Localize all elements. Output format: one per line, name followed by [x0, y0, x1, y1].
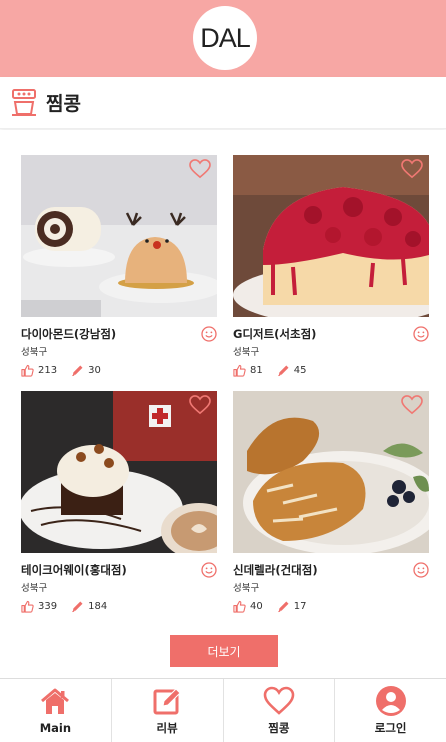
store-name[interactable]: G디저트(서초점)	[233, 326, 316, 342]
review-count[interactable]: 30	[71, 364, 101, 377]
thumbs-up-icon	[233, 364, 246, 377]
like-count-value: 339	[38, 600, 58, 612]
pencil-icon	[277, 600, 289, 612]
nav-label-login: 로그인	[374, 721, 407, 735]
heart-icon[interactable]	[401, 159, 423, 179]
review-count-value: 45	[293, 364, 307, 376]
like-count[interactable]: 40	[233, 600, 263, 613]
like-count-value: 213	[38, 364, 58, 376]
store-district: 성북구	[21, 583, 48, 594]
review-count[interactable]: 17	[277, 600, 307, 613]
like-count[interactable]: 339	[21, 600, 57, 613]
smile-icon[interactable]	[201, 562, 217, 578]
thumbs-up-icon	[21, 364, 34, 377]
store-photo[interactable]	[21, 391, 217, 553]
bottom-nav: Main 리뷰 찜콩 로그인	[0, 678, 446, 742]
thumbs-up-icon	[21, 600, 34, 613]
nav-item-review[interactable]: 리뷰	[112, 679, 224, 742]
review-count[interactable]: 45	[277, 364, 307, 377]
store-stats: 339 184	[21, 599, 217, 613]
store-name[interactable]: 신데렐라(건대점)	[233, 562, 318, 578]
store-card[interactable]: G디저트(서초점) 성북구 81 45	[233, 155, 429, 377]
cake-photo	[21, 391, 217, 553]
store-stats: 213 30	[21, 363, 217, 377]
heart-icon[interactable]	[401, 395, 423, 415]
store-photo[interactable]	[233, 155, 429, 317]
store-counter-icon	[12, 88, 36, 116]
app-header: DAL	[0, 0, 446, 77]
edit-icon	[153, 688, 181, 715]
store-name[interactable]: 테이크어웨이(홍대점)	[21, 562, 127, 578]
cake-photo	[21, 155, 217, 317]
user-icon	[375, 686, 406, 716]
review-count-value: 30	[88, 364, 101, 376]
cake-photo	[233, 155, 429, 317]
store-name-row: 테이크어웨이(홍대점)	[21, 561, 217, 579]
pencil-icon	[72, 364, 83, 376]
page-title: 찜콩	[46, 93, 81, 115]
nav-item-favorites[interactable]: 찜콩	[224, 679, 336, 742]
store-card[interactable]: 다이아몬드(강남점) 성북구 213 30	[21, 155, 217, 377]
store-district: 성북구	[233, 583, 260, 594]
store-card[interactable]: 테이크어웨이(홍대점) 성북구 339 184	[21, 391, 217, 613]
store-name-row: G디저트(서초점)	[233, 325, 429, 343]
store-name[interactable]: 다이아몬드(강남점)	[21, 326, 116, 342]
store-district: 성북구	[21, 347, 48, 358]
logo-text: DAL	[200, 22, 251, 53]
home-icon	[41, 688, 70, 714]
like-count[interactable]: 213	[21, 364, 57, 377]
store-name-row: 신데렐라(건대점)	[233, 561, 429, 579]
logo[interactable]: DAL	[193, 6, 257, 70]
nav-item-login[interactable]: 로그인	[335, 679, 446, 742]
store-photo[interactable]	[21, 155, 217, 317]
heart-icon[interactable]	[189, 395, 211, 415]
store-photo[interactable]	[233, 391, 429, 553]
store-stats: 81 45	[233, 363, 429, 377]
nav-label-main: Main	[39, 721, 72, 735]
pencil-icon	[277, 364, 289, 376]
store-stats: 40 17	[233, 599, 429, 613]
store-card[interactable]: 신데렐라(건대점) 성북구 40 17	[233, 391, 429, 613]
like-count-value: 81	[250, 364, 263, 376]
nav-label-review: 리뷰	[156, 721, 178, 735]
load-more-button[interactable]: 더보기	[170, 635, 278, 667]
review-count-value: 17	[293, 600, 307, 612]
heart-icon[interactable]	[189, 159, 211, 179]
pencil-icon	[72, 600, 83, 612]
like-count[interactable]: 81	[233, 364, 263, 377]
smile-icon[interactable]	[413, 562, 429, 578]
heart-icon	[263, 686, 295, 715]
page-title-bar: 찜콩	[0, 77, 446, 129]
smile-icon[interactable]	[201, 326, 217, 342]
store-name-row: 다이아몬드(강남점)	[21, 325, 217, 343]
review-count[interactable]: 184	[71, 600, 107, 613]
nav-label-favorites: 찜콩	[268, 721, 290, 735]
like-count-value: 40	[250, 600, 263, 612]
croissant-photo	[233, 391, 429, 553]
smile-icon[interactable]	[413, 326, 429, 342]
review-count-value: 184	[88, 600, 108, 612]
thumbs-up-icon	[233, 600, 246, 613]
nav-item-main[interactable]: Main	[0, 679, 112, 742]
store-district: 성북구	[233, 347, 260, 358]
